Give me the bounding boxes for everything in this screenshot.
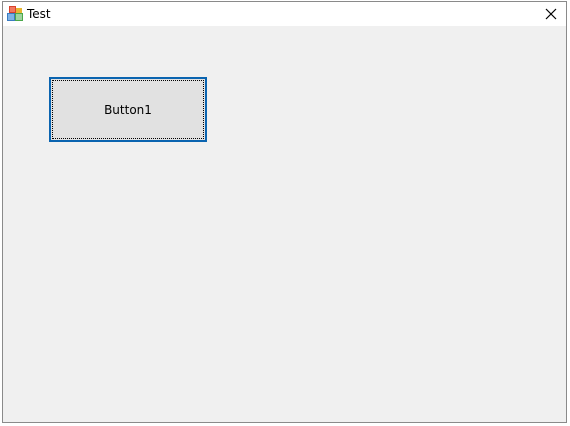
close-button[interactable] [536, 2, 566, 26]
windows-forms-app-icon [7, 6, 23, 21]
app-window: Test Button1 [2, 1, 567, 423]
close-icon [545, 8, 557, 20]
button1-label: Button1 [104, 102, 152, 117]
button1[interactable]: Button1 [49, 77, 207, 142]
window-title: Test [27, 7, 51, 21]
title-bar[interactable]: Test [3, 2, 566, 26]
form-client-area: Button1 [3, 26, 566, 422]
